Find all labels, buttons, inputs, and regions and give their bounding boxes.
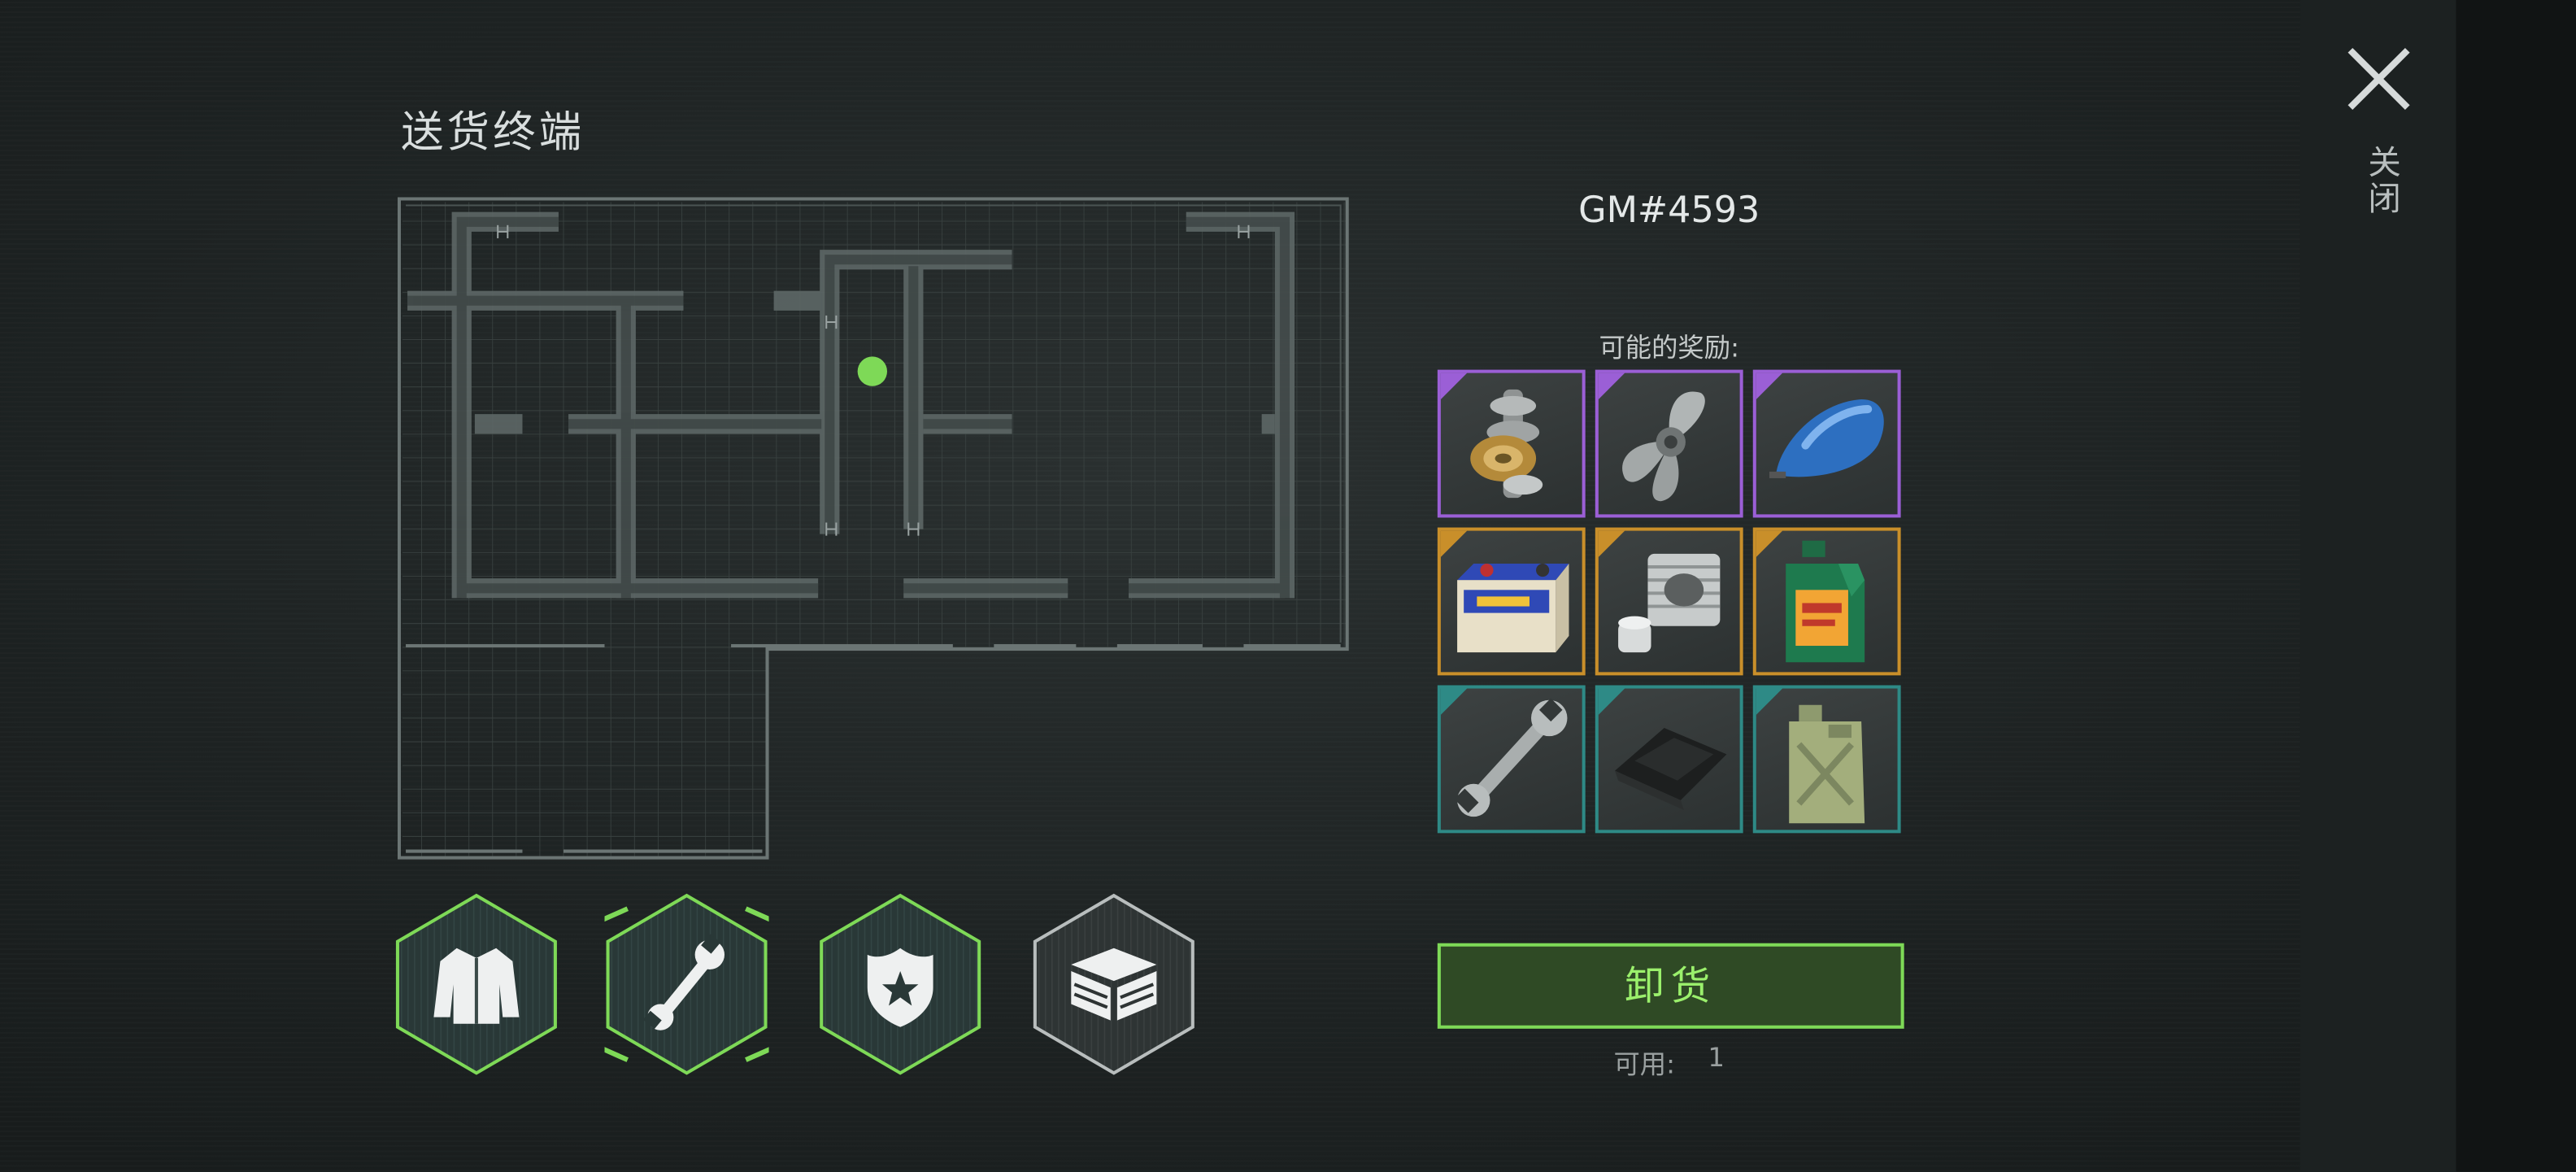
close-icon[interactable] <box>2343 43 2415 115</box>
available-number: 1 <box>1708 1041 1725 1074</box>
category-tools-button[interactable] <box>604 892 769 1076</box>
page-title: 送货终端 <box>400 108 585 158</box>
available-label: 可用: <box>1613 1048 1676 1080</box>
category-clothing-button[interactable] <box>394 892 559 1076</box>
category-supplies-button[interactable] <box>1032 892 1196 1076</box>
jacket-icon <box>433 948 520 1024</box>
reward-slot[interactable] <box>1437 685 1586 834</box>
jerrycan-icon <box>1789 704 1865 824</box>
delivery-code: GM#4593 <box>1578 190 1760 232</box>
car-battery-icon <box>1457 563 1569 653</box>
propeller-icon <box>1622 391 1705 502</box>
reward-slot[interactable] <box>1752 369 1901 518</box>
player-location-marker <box>857 356 888 386</box>
reward-slot[interactable] <box>1437 527 1586 676</box>
close-label[interactable]: 关闭 <box>2359 145 2407 217</box>
reward-slot[interactable] <box>1437 369 1586 518</box>
rubber-sheet-icon <box>1615 728 1727 811</box>
wrench-icon <box>1454 698 1568 817</box>
reward-slot[interactable] <box>1595 685 1743 834</box>
unload-button[interactable]: 卸货 <box>1437 943 1904 1029</box>
reward-slot[interactable] <box>1752 527 1901 676</box>
available-count: 可用: 1 <box>1544 1042 1794 1081</box>
reward-slot[interactable] <box>1595 369 1743 518</box>
engine-cylinder-icon <box>1618 553 1721 653</box>
reward-slot[interactable] <box>1595 527 1743 676</box>
motor-oil-icon <box>1786 540 1865 663</box>
floor-map <box>397 197 1349 860</box>
screen-edge <box>2456 0 2576 1172</box>
rewards-grid <box>1437 369 1911 843</box>
camshaft-icon <box>1470 389 1543 499</box>
fuel-tank-icon <box>1769 399 1884 478</box>
category-police-button[interactable] <box>818 892 982 1076</box>
reward-slot[interactable] <box>1752 685 1901 834</box>
rewards-label: 可能的奖励: <box>1599 332 1740 364</box>
delivery-terminal-screen: 送货终端 关闭 GM#4593 可能的奖励: 卸货 可用: 1 <box>0 0 2576 1172</box>
